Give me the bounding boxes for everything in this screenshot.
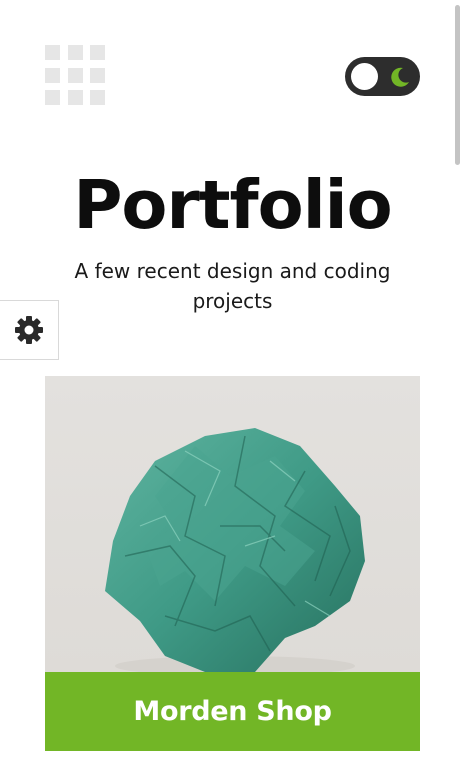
grid-cell (67, 90, 83, 105)
settings-button[interactable] (0, 300, 59, 360)
theme-toggle[interactable] (345, 57, 420, 96)
grid-cell (45, 90, 60, 105)
project-label-bar: Morden Shop (45, 672, 420, 751)
grid-cell (90, 90, 105, 105)
project-card[interactable]: Morden Shop (45, 376, 420, 751)
grid-cell (45, 45, 60, 60)
grid-cell (90, 67, 105, 83)
toggle-knob (351, 63, 378, 90)
grid-cell (67, 67, 83, 83)
grid-cell (67, 45, 83, 60)
grid-cell (90, 45, 105, 60)
grid-cell (45, 67, 60, 83)
page-title: Portfolio (73, 166, 392, 244)
crumpled-paper-ball-image (45, 376, 420, 672)
page-subtitle: A few recent design and coding projects (74, 259, 391, 313)
scrollbar[interactable] (455, 5, 460, 165)
gear-icon (14, 316, 43, 344)
moon-icon (391, 67, 409, 87)
project-title: Morden Shop (133, 696, 332, 727)
grid-menu-icon[interactable] (45, 45, 105, 105)
